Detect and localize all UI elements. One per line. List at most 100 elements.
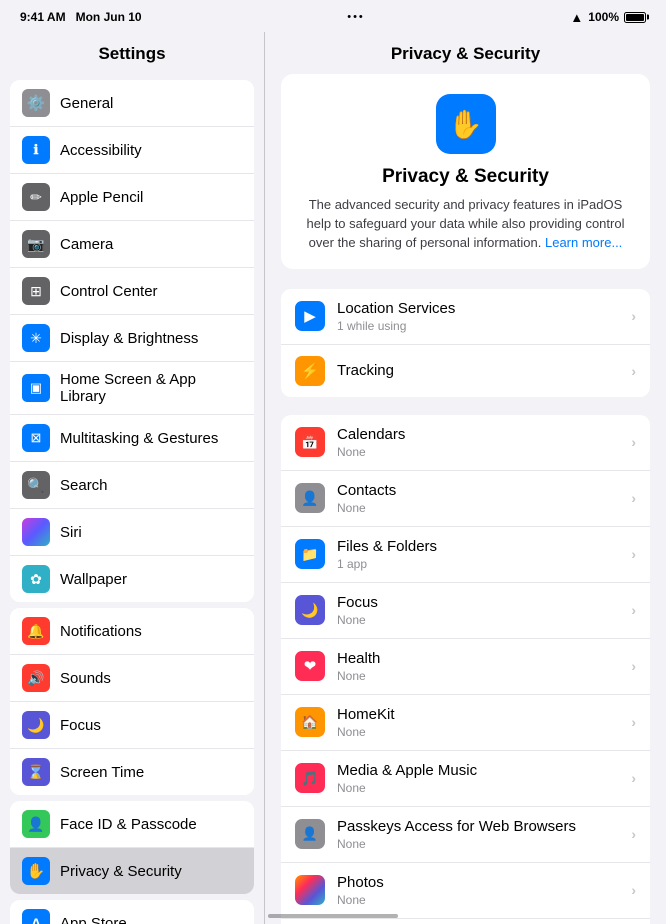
contacts-chevron: ›	[631, 490, 636, 506]
section-item-passkeys[interactable]: 👤 Passkeys Access for Web Browsers None …	[281, 807, 650, 863]
multitasking-icon: ⊠	[22, 424, 50, 452]
focus-icon: 🌙	[22, 711, 50, 739]
tracking-label: Tracking	[337, 362, 627, 380]
sidebar-item-home-screen[interactable]: ▣ Home Screen & App Library	[10, 362, 254, 415]
sidebar-label-wallpaper: Wallpaper	[60, 571, 127, 588]
privacy-card-title: Privacy & Security	[297, 166, 634, 188]
section-item-calendars[interactable]: 📅 Calendars None ›	[281, 415, 650, 471]
files-folders-icon: 📁	[295, 539, 325, 569]
media-music-icon: 🎵	[295, 763, 325, 793]
section-item-photos[interactable]: Photos None ›	[281, 863, 650, 919]
sidebar-item-notifications[interactable]: 🔔 Notifications	[10, 608, 254, 655]
sidebar-item-sounds[interactable]: 🔊 Sounds	[10, 655, 254, 702]
sidebar-group-2: 🔔 Notifications 🔊 Sounds 🌙 Focus ⌛ Scree…	[10, 608, 254, 795]
sidebar-label-multitasking: Multitasking & Gestures	[60, 430, 218, 447]
status-time-date: 9:41 AM Mon Jun 10	[20, 10, 142, 24]
calendars-sublabel: None	[337, 445, 627, 459]
sidebar-item-multitasking[interactable]: ⊠ Multitasking & Gestures	[10, 415, 254, 462]
app-store-icon: A	[22, 909, 50, 924]
location-services-chevron: ›	[631, 308, 636, 324]
passkeys-sublabel: None	[337, 837, 627, 851]
section-item-focus-perm[interactable]: 🌙 Focus None ›	[281, 583, 650, 639]
section-item-homekit[interactable]: 🏠 HomeKit None ›	[281, 695, 650, 751]
media-music-chevron: ›	[631, 770, 636, 786]
files-folders-sublabel: 1 app	[337, 557, 627, 571]
sidebar-label-camera: Camera	[60, 236, 113, 253]
tracking-text: Tracking	[337, 362, 627, 380]
sidebar-item-control-center[interactable]: ⊞ Control Center	[10, 268, 254, 315]
battery-fill	[626, 14, 644, 21]
sidebar-item-privacy-security[interactable]: ✋ Privacy & Security	[10, 848, 254, 894]
passkeys-icon: 👤	[295, 819, 325, 849]
wifi-icon: ▲	[570, 10, 583, 25]
photos-label: Photos	[337, 874, 627, 892]
passkeys-text: Passkeys Access for Web Browsers None	[337, 818, 627, 851]
sidebar-item-general[interactable]: ⚙️ General	[10, 80, 254, 127]
sidebar-label-sounds: Sounds	[60, 670, 111, 687]
wallpaper-icon: ✿	[22, 565, 50, 593]
section-item-tracking[interactable]: ⚡ Tracking ›	[281, 345, 650, 397]
sounds-icon: 🔊	[22, 664, 50, 692]
section-item-contacts[interactable]: 👤 Contacts None ›	[281, 471, 650, 527]
sidebar-item-search[interactable]: 🔍 Search	[10, 462, 254, 509]
sidebar-item-display[interactable]: ✳ Display & Brightness	[10, 315, 254, 362]
privacy-header-card: ✋ Privacy & Security The advanced securi…	[281, 74, 650, 269]
calendars-chevron: ›	[631, 434, 636, 450]
homekit-chevron: ›	[631, 714, 636, 730]
media-music-text: Media & Apple Music None	[337, 762, 627, 795]
privacy-card-desc: The advanced security and privacy featur…	[297, 196, 634, 253]
hand-icon: ✋	[448, 108, 483, 141]
battery-percent: 100%	[588, 10, 619, 24]
sidebar-item-siri[interactable]: Siri	[10, 509, 254, 556]
section-item-health[interactable]: ❤ Health None ›	[281, 639, 650, 695]
location-services-text: Location Services 1 while using	[337, 300, 627, 333]
sidebar-item-screen-time[interactable]: ⌛ Screen Time	[10, 749, 254, 795]
sidebar-item-camera[interactable]: 📷 Camera	[10, 221, 254, 268]
siri-icon	[22, 518, 50, 546]
tracking-icon: ⚡	[295, 356, 325, 386]
sidebar-label-screen-time: Screen Time	[60, 764, 144, 781]
sidebar-group-1: ⚙️ General ℹ Accessibility ✏ Apple Penci…	[10, 80, 254, 602]
privacy-header-icon: ✋	[436, 94, 496, 154]
sidebar-label-home-screen: Home Screen & App Library	[60, 371, 242, 405]
section-location-tracking: ▶ Location Services 1 while using › ⚡ Tr…	[281, 289, 650, 397]
status-bar: 9:41 AM Mon Jun 10 ••• ▲ 100%	[0, 0, 666, 32]
section-item-location-services[interactable]: ▶ Location Services 1 while using ›	[281, 289, 650, 345]
section-item-media-music[interactable]: 🎵 Media & Apple Music None ›	[281, 751, 650, 807]
location-services-sublabel: 1 while using	[337, 319, 627, 333]
sidebar-label-apple-pencil: Apple Pencil	[60, 189, 143, 206]
home-screen-icon: ▣	[22, 374, 50, 402]
notifications-icon: 🔔	[22, 617, 50, 645]
sidebar: Settings ⚙️ General ℹ Accessibility ✏ Ap…	[0, 32, 265, 924]
section-item-files-folders[interactable]: 📁 Files & Folders 1 app ›	[281, 527, 650, 583]
location-services-label: Location Services	[337, 300, 627, 318]
sidebar-label-control-center: Control Center	[60, 283, 158, 300]
control-center-icon: ⊞	[22, 277, 50, 305]
health-label: Health	[337, 650, 627, 668]
sidebar-title: Settings	[0, 32, 264, 74]
focus-perm-label: Focus	[337, 594, 627, 612]
sidebar-item-apple-pencil[interactable]: ✏ Apple Pencil	[10, 174, 254, 221]
sidebar-item-app-store[interactable]: A App Store	[10, 900, 254, 924]
status-dots: •••	[347, 11, 365, 23]
sidebar-item-focus[interactable]: 🌙 Focus	[10, 702, 254, 749]
sidebar-item-face-id[interactable]: 👤 Face ID & Passcode	[10, 801, 254, 848]
sidebar-group-4: A App Store Game Center ▬ Wallet & Apple…	[10, 900, 254, 924]
sidebar-item-wallpaper[interactable]: ✿ Wallpaper	[10, 556, 254, 602]
focus-perm-chevron: ›	[631, 602, 636, 618]
learn-more-link[interactable]: Learn more...	[545, 235, 622, 250]
health-icon: ❤	[295, 651, 325, 681]
focus-perm-text: Focus None	[337, 594, 627, 627]
sidebar-label-accessibility: Accessibility	[60, 142, 142, 159]
privacy-security-icon: ✋	[22, 857, 50, 885]
contacts-label: Contacts	[337, 482, 627, 500]
section-item-reminders[interactable]: ≡ Reminders None ›	[281, 919, 650, 924]
sidebar-item-accessibility[interactable]: ℹ Accessibility	[10, 127, 254, 174]
location-services-icon: ▶	[295, 301, 325, 331]
sidebar-label-focus: Focus	[60, 717, 101, 734]
homekit-label: HomeKit	[337, 706, 627, 724]
home-indicator	[268, 914, 398, 918]
search-icon: 🔍	[22, 471, 50, 499]
passkeys-chevron: ›	[631, 826, 636, 842]
apple-pencil-icon: ✏	[22, 183, 50, 211]
